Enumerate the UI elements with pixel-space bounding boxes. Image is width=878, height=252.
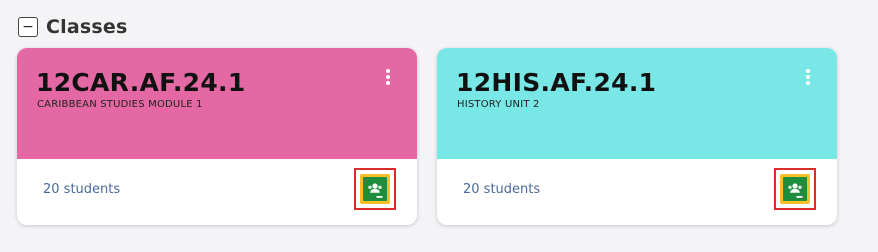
google-classroom-icon (780, 174, 810, 204)
student-count[interactable]: 20 students (463, 182, 540, 197)
class-card[interactable]: 12HIS.AF.24.1 HISTORY UNIT 2 20 students (437, 48, 837, 225)
collapse-button[interactable]: − (18, 17, 38, 37)
class-card-header[interactable]: 12HIS.AF.24.1 HISTORY UNIT 2 (437, 48, 837, 159)
class-subtitle: CARIBBEAN STUDIES MODULE 1 (37, 99, 203, 110)
google-classroom-button[interactable] (354, 168, 396, 210)
classes-section-header: − Classes (18, 16, 128, 38)
class-subtitle: HISTORY UNIT 2 (457, 99, 540, 110)
google-classroom-button[interactable] (774, 168, 816, 210)
class-card-header[interactable]: 12CAR.AF.24.1 CARIBBEAN STUDIES MODULE 1 (17, 48, 417, 159)
class-code[interactable]: 12CAR.AF.24.1 (36, 68, 246, 97)
class-card-footer: 20 students (17, 159, 417, 225)
class-card[interactable]: 12CAR.AF.24.1 CARIBBEAN STUDIES MODULE 1… (17, 48, 417, 225)
kebab-menu-icon[interactable] (385, 69, 391, 85)
section-title: Classes (46, 16, 128, 38)
kebab-menu-icon[interactable] (805, 69, 811, 85)
class-code[interactable]: 12HIS.AF.24.1 (456, 68, 656, 97)
student-count[interactable]: 20 students (43, 182, 120, 197)
google-classroom-icon (360, 174, 390, 204)
class-card-footer: 20 students (437, 159, 837, 225)
